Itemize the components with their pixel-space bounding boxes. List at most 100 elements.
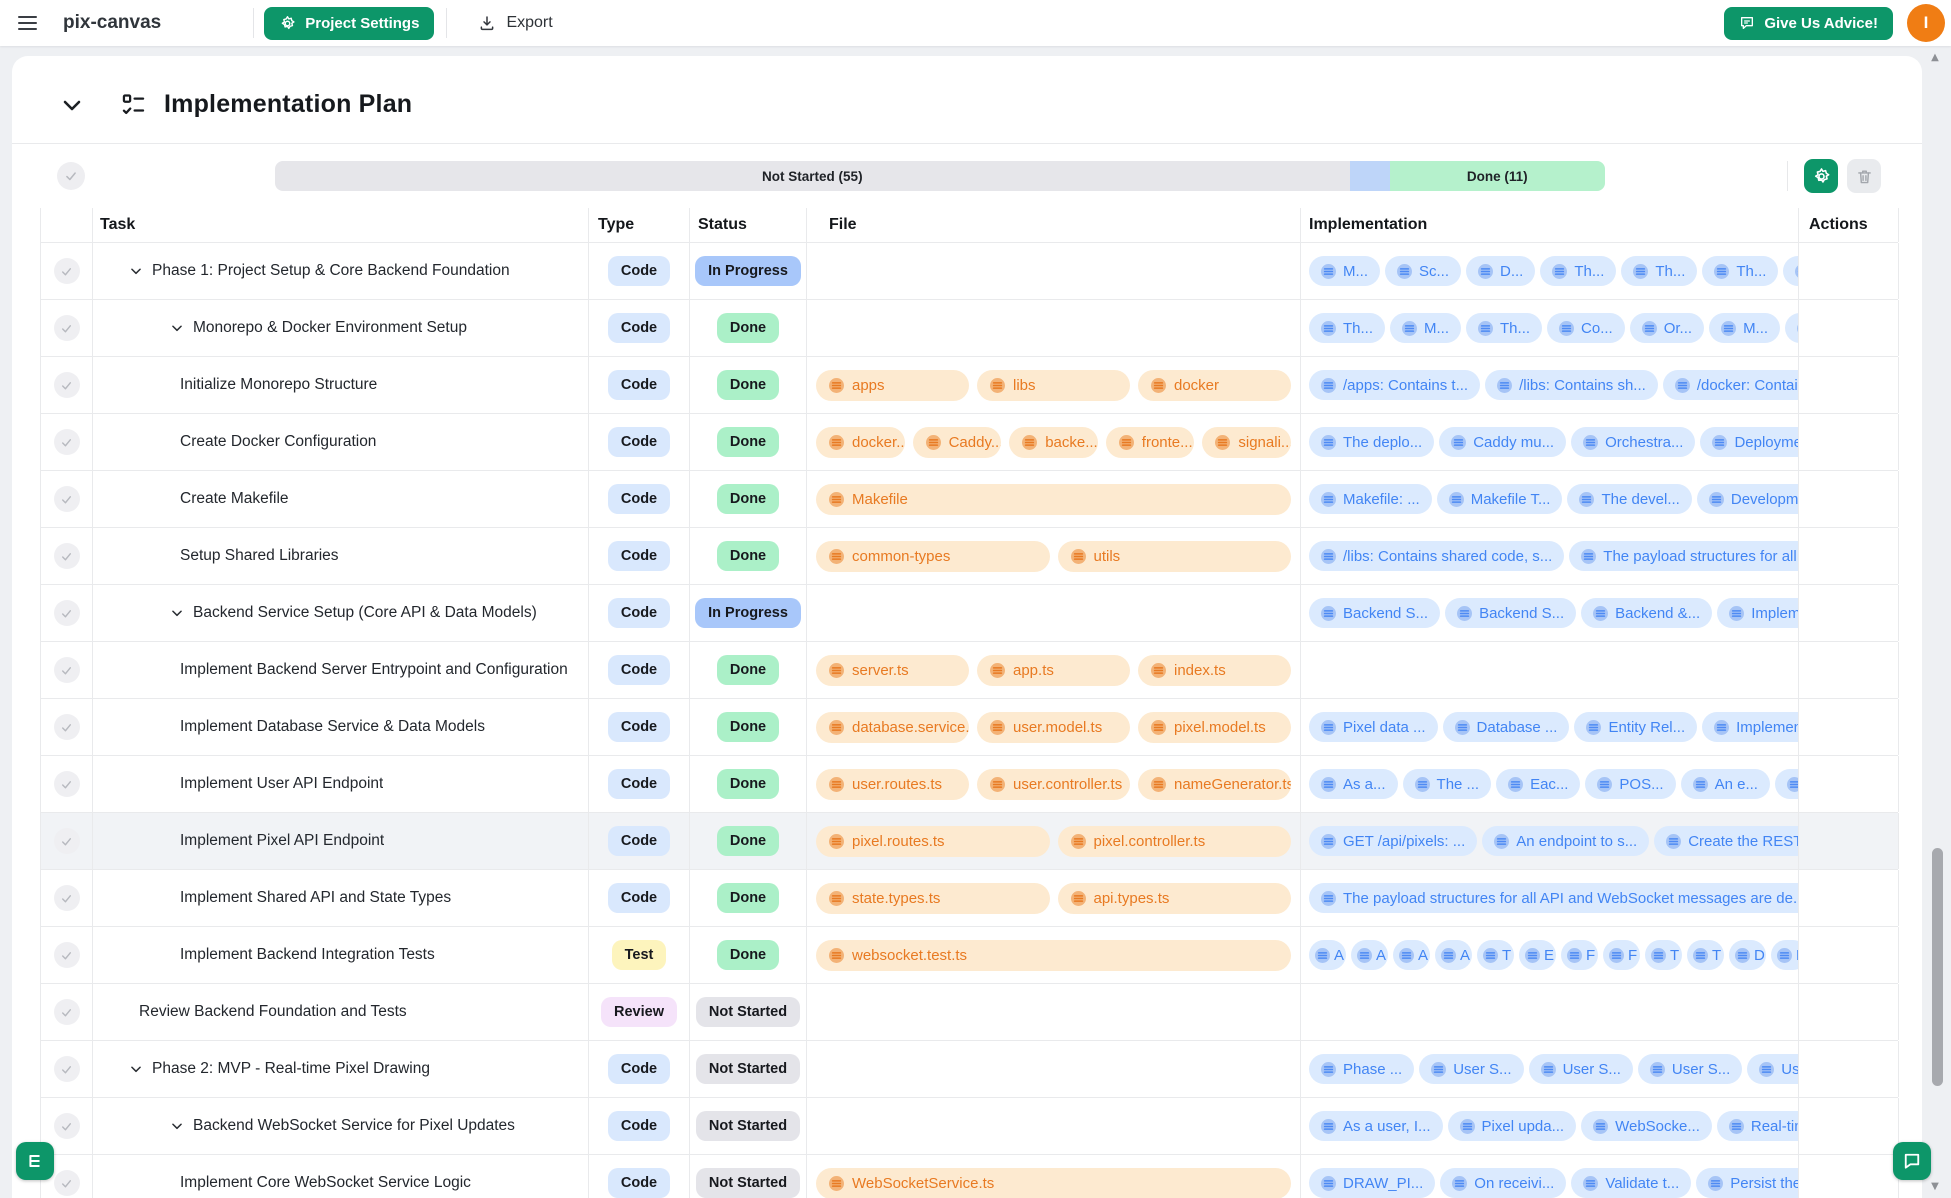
file-pill[interactable]: state.types.ts	[816, 883, 1050, 914]
row-check[interactable]	[54, 1170, 80, 1196]
impl-pill[interactable]: Th...	[1785, 313, 1799, 343]
impl-pill[interactable]: An endpoint to s...	[1482, 826, 1649, 856]
file-pill[interactable]: websocket.test.ts	[816, 940, 1291, 971]
row-check[interactable]	[54, 828, 80, 854]
impl-pill[interactable]: M...	[1309, 256, 1380, 286]
row-check[interactable]	[54, 372, 80, 398]
impl-pill[interactable]: The devel...	[1567, 484, 1691, 514]
impl-pill[interactable]: T	[1477, 940, 1514, 970]
file-pill[interactable]: apps	[816, 370, 969, 401]
chevron-down-icon[interactable]	[170, 606, 184, 620]
impl-pill[interactable]: /apps: Contains t...	[1309, 370, 1480, 400]
impl-pill[interactable]: Im...	[1783, 256, 1799, 286]
impl-pill[interactable]: D...	[1466, 256, 1535, 286]
impl-pill[interactable]: Sc...	[1385, 256, 1461, 286]
impl-pill[interactable]: Database ...	[1443, 712, 1570, 742]
impl-pill[interactable]: Makefile: ...	[1309, 484, 1432, 514]
file-pill[interactable]: Makefile	[816, 484, 1291, 515]
row-check[interactable]	[54, 429, 80, 455]
scroll-up-arrow[interactable]: ▲	[1925, 52, 1945, 63]
impl-pill[interactable]: F	[1561, 940, 1598, 970]
impl-pill[interactable]: The payload structures for all API and W…	[1309, 883, 1799, 913]
file-pill[interactable]: index.ts	[1138, 655, 1291, 686]
impl-pill[interactable]: Th...	[1621, 256, 1697, 286]
impl-pill[interactable]: Co...	[1547, 313, 1625, 343]
row-check[interactable]	[54, 1113, 80, 1139]
avatar[interactable]: I	[1907, 4, 1945, 42]
file-pill[interactable]: libs	[977, 370, 1130, 401]
impl-pill[interactable]: User S...	[1638, 1054, 1742, 1084]
impl-pill[interactable]: Backend S...	[1309, 598, 1440, 628]
impl-pill[interactable]: Orchestra...	[1571, 427, 1695, 457]
impl-pill[interactable]: Or...	[1630, 313, 1704, 343]
row-check[interactable]	[54, 1056, 80, 1082]
impl-pill[interactable]: Th...	[1702, 256, 1778, 286]
impl-pill[interactable]: On receivi...	[1440, 1168, 1566, 1198]
scrollbar-thumb[interactable]	[1932, 848, 1943, 1086]
file-pill[interactable]: user.model.ts	[977, 712, 1130, 743]
row-check[interactable]	[54, 600, 80, 626]
impl-pill[interactable]: As a user, I...	[1309, 1111, 1443, 1141]
chat-button[interactable]	[1893, 1142, 1931, 1180]
impl-pill[interactable]: Backend S...	[1445, 598, 1576, 628]
file-pill[interactable]: common-types	[816, 541, 1050, 572]
impl-pill[interactable]: E	[1519, 940, 1556, 970]
chevron-down-icon[interactable]	[170, 1119, 184, 1133]
chevron-down-icon[interactable]	[170, 321, 184, 335]
impl-pill[interactable]: A	[1309, 940, 1346, 970]
impl-pill[interactable]: User S...	[1419, 1054, 1523, 1084]
file-pill[interactable]: docker...	[816, 427, 905, 458]
impl-pill[interactable]: As a...	[1309, 769, 1398, 799]
tree-view-button[interactable]	[16, 1142, 54, 1180]
row-check[interactable]	[54, 543, 80, 569]
impl-pill[interactable]: User S...	[1747, 1054, 1799, 1084]
impl-pill[interactable]: E	[1771, 940, 1799, 970]
impl-pill[interactable]: The deplo...	[1309, 427, 1434, 457]
impl-pill[interactable]: Persist the...	[1696, 1168, 1799, 1198]
impl-pill[interactable]: Implemen...	[1717, 598, 1799, 628]
scroll-down-arrow[interactable]: ▼	[1925, 1181, 1945, 1192]
file-pill[interactable]: user.controller.ts	[977, 769, 1130, 800]
impl-pill[interactable]: Backend &...	[1581, 598, 1712, 628]
impl-pill[interactable]: T	[1687, 940, 1724, 970]
impl-pill[interactable]: Developm...	[1697, 484, 1799, 514]
file-pill[interactable]: api.types.ts	[1058, 883, 1292, 914]
impl-pill[interactable]: /libs: Contains shared code, s...	[1309, 541, 1564, 571]
impl-pill[interactable]: Deployme...	[1700, 427, 1799, 457]
impl-pill[interactable]: Real-time ...	[1717, 1111, 1799, 1141]
file-pill[interactable]: database.service.ts	[816, 712, 969, 743]
impl-pill[interactable]: Entity Rel...	[1574, 712, 1697, 742]
impl-pill[interactable]: Th...	[1466, 313, 1542, 343]
impl-pill[interactable]: D	[1729, 940, 1766, 970]
file-pill[interactable]: utils	[1058, 541, 1292, 572]
file-pill[interactable]: user.routes.ts	[816, 769, 969, 800]
give-us-advice-button[interactable]: Give Us Advice!	[1724, 7, 1893, 40]
row-check[interactable]	[54, 657, 80, 683]
file-pill[interactable]: pixel.controller.ts	[1058, 826, 1292, 857]
settings-button[interactable]	[1804, 159, 1838, 193]
row-check[interactable]	[54, 315, 80, 341]
impl-pill[interactable]: T	[1645, 940, 1682, 970]
impl-pill[interactable]: Implemen...	[1702, 712, 1799, 742]
file-pill[interactable]: app.ts	[977, 655, 1130, 686]
impl-pill[interactable]: User S...	[1529, 1054, 1633, 1084]
row-check[interactable]	[54, 942, 80, 968]
impl-pill[interactable]: Makefile T...	[1437, 484, 1563, 514]
impl-pill[interactable]: An e...	[1681, 769, 1770, 799]
row-check[interactable]	[54, 771, 80, 797]
impl-pill[interactable]: M...	[1390, 313, 1461, 343]
impl-pill[interactable]: The payload structures for all...	[1569, 541, 1799, 571]
impl-pill[interactable]: Th...	[1540, 256, 1616, 286]
chevron-down-icon[interactable]	[129, 264, 143, 278]
impl-pill[interactable]: Th...	[1309, 313, 1385, 343]
export-button[interactable]: Export	[472, 13, 558, 33]
impl-pill[interactable]: Pixel data ...	[1309, 712, 1438, 742]
project-settings-button[interactable]: Project Settings	[264, 7, 434, 40]
row-check[interactable]	[54, 714, 80, 740]
impl-pill[interactable]: A	[1351, 940, 1388, 970]
impl-pill[interactable]: Caddy mu...	[1439, 427, 1566, 457]
impl-pill[interactable]: Create the REST ...	[1654, 826, 1799, 856]
impl-pill[interactable]: /libs: Contains sh...	[1485, 370, 1658, 400]
file-pill[interactable]: pixel.routes.ts	[816, 826, 1050, 857]
impl-pill[interactable]: /docker: Contain...	[1663, 370, 1799, 400]
